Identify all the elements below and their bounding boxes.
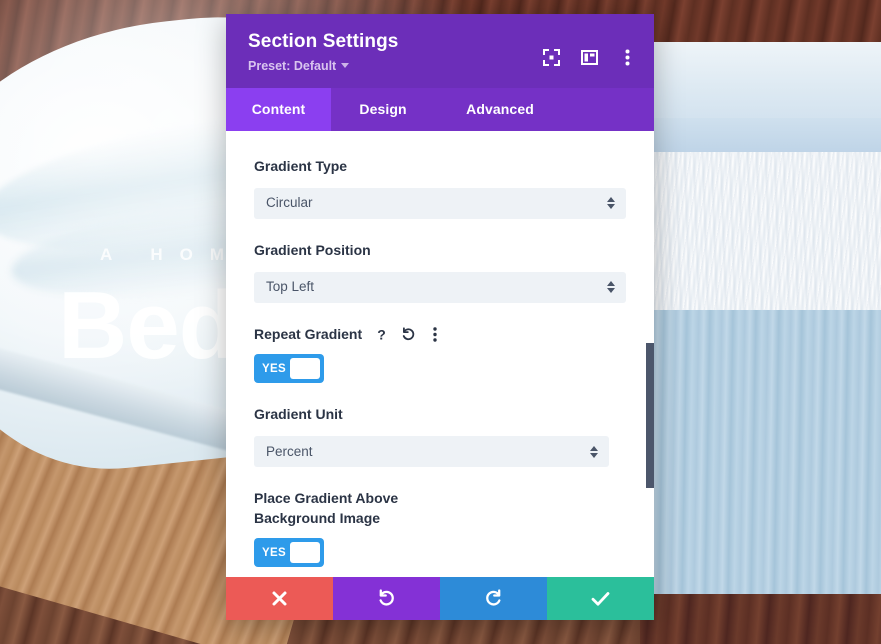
- toggle-knob: [289, 542, 320, 564]
- gradient-type-select[interactable]: Circular: [254, 187, 626, 219]
- gradient-unit-label: Gradient Unit: [254, 406, 343, 423]
- modal-scrollbar-thumb[interactable]: [646, 342, 654, 488]
- repeat-gradient-label: Repeat Gradient: [254, 325, 363, 342]
- place-gradient-label: Place Gradient Above Background Image: [254, 490, 399, 527]
- modal-scrollbar-track: [646, 131, 654, 577]
- blue-bed-skirt: [640, 310, 881, 598]
- gradient-position-value: Top Left: [266, 279, 315, 295]
- field-place-gradient-above-background-image: Place Gradient Above Background Image YE…: [254, 489, 626, 568]
- modal-header: Section Settings Preset: Default: [226, 14, 654, 88]
- field-gradient-unit: Gradient Unit Percent: [254, 405, 626, 468]
- bed-right-side: [640, 0, 881, 644]
- modal-body: Gradient Type Circular Gradient Position…: [226, 130, 654, 577]
- more-vertical-icon[interactable]: [427, 326, 443, 342]
- save-button[interactable]: [547, 577, 654, 620]
- reset-icon[interactable]: [400, 326, 416, 342]
- section-settings-modal: Section Settings Preset: Default Content…: [226, 14, 654, 620]
- modal-footer: [226, 577, 654, 620]
- field-gradient-type: Gradient Type Circular: [254, 157, 626, 219]
- gradient-unit-select[interactable]: Percent: [254, 436, 609, 468]
- undo-button[interactable]: [333, 577, 440, 620]
- tab-content[interactable]: Content: [226, 87, 331, 131]
- redo-button[interactable]: [440, 577, 547, 620]
- fluffy-white-throw: [640, 152, 881, 312]
- layout-panel-icon[interactable]: [580, 48, 598, 66]
- close-icon: [271, 590, 288, 607]
- undo-icon: [377, 589, 396, 608]
- chevron-updown-icon: [590, 445, 598, 458]
- wood-floor-right-bottom: [640, 594, 881, 644]
- gradient-position-label: Gradient Position: [254, 241, 371, 258]
- field-repeat-gradient: Repeat Gradient ? YES: [254, 325, 626, 384]
- cancel-button[interactable]: [226, 577, 333, 620]
- toggle-knob: [289, 358, 320, 380]
- preset-selector[interactable]: Preset: Default: [248, 58, 350, 73]
- repeat-gradient-label-row: Repeat Gradient ?: [254, 325, 626, 345]
- repeat-gradient-toggle-label: YES: [262, 362, 286, 375]
- gradient-unit-value: Percent: [266, 444, 313, 460]
- svg-text:?: ?: [377, 327, 386, 342]
- modal-tabs: Content Design Advanced: [226, 87, 654, 131]
- field-gradient-position: Gradient Position Top Left: [254, 241, 626, 303]
- gradient-position-select[interactable]: Top Left: [254, 271, 626, 303]
- hero-title: Bed: [58, 272, 237, 379]
- place-gradient-toggle-label: YES: [262, 546, 286, 559]
- tab-advanced[interactable]: Advanced: [435, 88, 565, 131]
- focus-expand-icon[interactable]: [542, 48, 560, 66]
- chevron-updown-icon: [607, 281, 615, 294]
- repeat-gradient-toggle[interactable]: YES: [254, 354, 324, 384]
- gradient-type-value: Circular: [266, 195, 313, 211]
- chevron-updown-icon: [607, 197, 615, 210]
- tab-design[interactable]: Design: [331, 88, 435, 131]
- place-gradient-toggle[interactable]: YES: [254, 538, 324, 568]
- redo-icon: [484, 589, 503, 608]
- chevron-down-icon: [341, 63, 350, 69]
- check-icon: [591, 591, 610, 607]
- preset-label: Preset: Default: [248, 58, 337, 73]
- gradient-type-label: Gradient Type: [254, 157, 348, 174]
- modal-header-actions: [542, 48, 636, 66]
- more-vertical-icon[interactable]: [618, 48, 636, 66]
- help-icon[interactable]: ?: [373, 326, 389, 342]
